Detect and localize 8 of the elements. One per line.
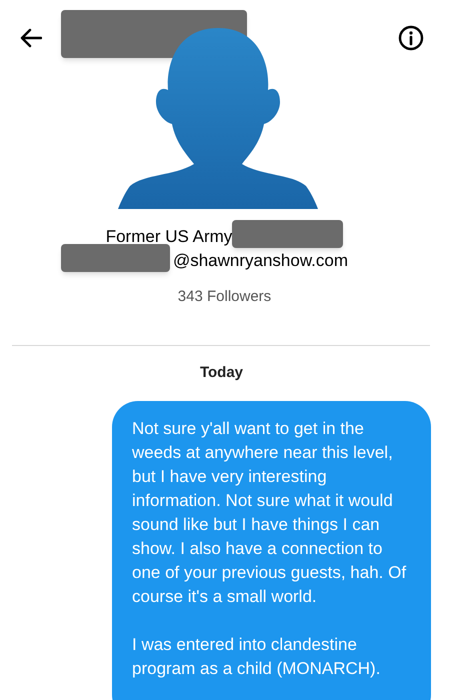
followers-count: 343 Followers <box>178 287 272 307</box>
info-icon[interactable] <box>398 25 424 51</box>
bio-text: Former US Army <box>106 226 232 248</box>
back-icon[interactable] <box>20 28 42 48</box>
message-text: I was entered into clandestine program as a child (MONARCH). <box>132 634 382 680</box>
date-divider: Today <box>200 363 244 383</box>
email-text: @shawnryanshow.com <box>172 250 348 272</box>
message-text: Not sure y'all want to get in the weeds at anywhere near this level, but I have very interesting information. Not sure what it would sound like but I have things I can show. I also have a connection to one of your previous guests, hah. Of course it's a small world. <box>132 418 408 608</box>
